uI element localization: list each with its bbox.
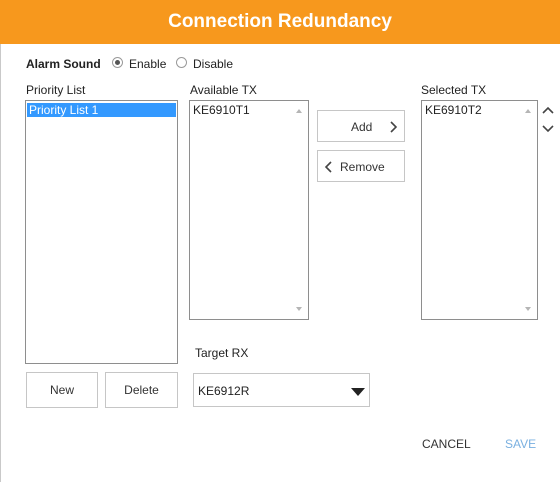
available-tx-label: Available TX	[190, 83, 257, 97]
cancel-button[interactable]: CANCEL	[422, 437, 471, 451]
scroll-up-arrow-icon[interactable]	[525, 109, 531, 113]
dialog-title: Connection Redundancy	[0, 0, 560, 44]
save-button[interactable]: SAVE	[505, 437, 536, 451]
enable-radio[interactable]	[112, 57, 123, 68]
selected-tx-listbox[interactable]: KE6910T2	[421, 100, 538, 320]
delete-button[interactable]: Delete	[105, 372, 178, 408]
move-up-icon[interactable]	[542, 106, 554, 114]
scroll-down-arrow-icon[interactable]	[525, 307, 531, 311]
chevron-left-icon	[324, 161, 332, 173]
target-rx-select[interactable]: KE6912R	[193, 373, 370, 407]
selected-tx-label: Selected TX	[421, 83, 487, 97]
priority-listbox[interactable]: Priority List 1	[25, 100, 178, 364]
scroll-up-arrow-icon[interactable]	[296, 109, 302, 113]
chevron-right-icon	[390, 121, 398, 133]
caret-down-icon	[351, 388, 365, 396]
scroll-down-arrow-icon[interactable]	[296, 307, 302, 311]
disable-label[interactable]: Disable	[193, 57, 233, 71]
disable-radio[interactable]	[176, 57, 187, 68]
remove-button-label: Remove	[340, 160, 385, 174]
new-button[interactable]: New	[26, 372, 98, 408]
remove-button[interactable]: Remove	[317, 150, 405, 182]
priority-list-item[interactable]: Priority List 1	[27, 103, 176, 117]
priority-list-label: Priority List	[26, 83, 86, 97]
add-button[interactable]: Add	[317, 110, 405, 142]
target-rx-value: KE6912R	[198, 384, 250, 398]
available-tx-item[interactable]: KE6910T1	[191, 103, 250, 117]
enable-label[interactable]: Enable	[129, 57, 166, 71]
alarm-sound-label: Alarm Sound	[26, 57, 101, 71]
selected-tx-scrollbar[interactable]	[520, 102, 536, 318]
available-tx-listbox[interactable]: KE6910T1	[189, 100, 309, 320]
move-down-icon[interactable]	[542, 125, 554, 133]
target-rx-label: Target RX	[195, 346, 249, 360]
add-button-label: Add	[351, 120, 373, 134]
available-tx-scrollbar[interactable]	[291, 102, 307, 318]
selected-tx-item[interactable]: KE6910T2	[423, 103, 482, 117]
